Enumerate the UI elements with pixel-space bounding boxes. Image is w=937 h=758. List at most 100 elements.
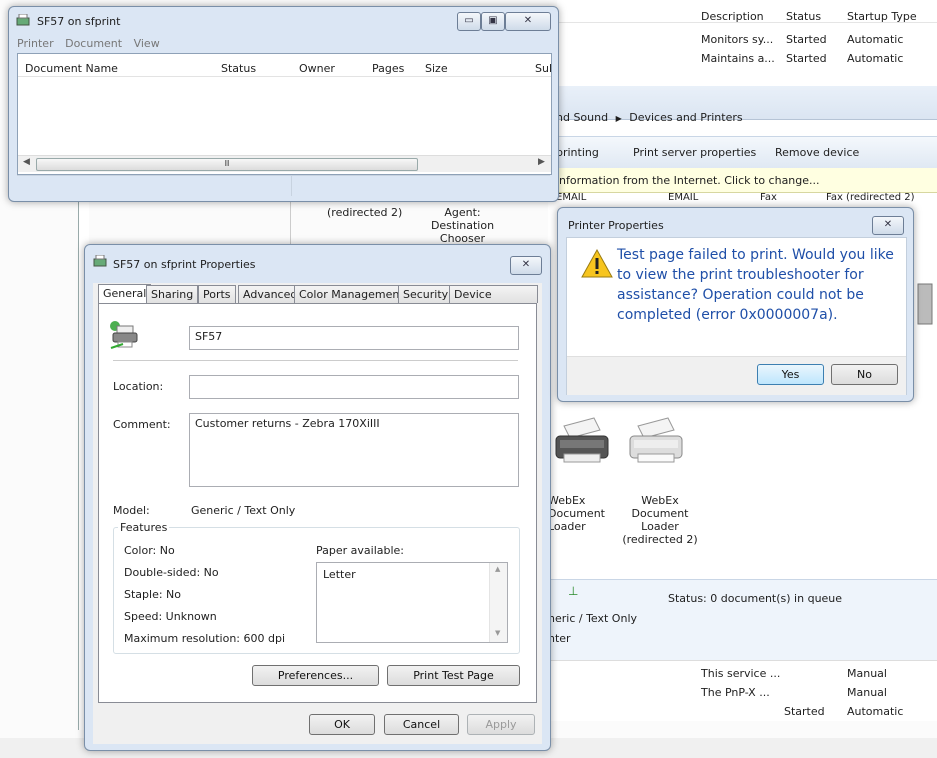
scroll-right-icon[interactable]: ▶ bbox=[538, 157, 545, 167]
toolbar-print-server-properties[interactable]: Print server properties bbox=[633, 146, 756, 159]
col-submitted[interactable]: Sul bbox=[535, 62, 552, 75]
tab-device-settings[interactable]: Device Settings bbox=[449, 285, 538, 319]
paper-available-label: Paper available: bbox=[316, 544, 405, 557]
printer-label-webex-2: WebEx Document Loader (redirected 2) bbox=[622, 494, 698, 546]
props-printer-icon bbox=[93, 254, 107, 268]
tab-advanced[interactable]: Advanced bbox=[238, 285, 303, 303]
breadcrumb-arrow-icon: ▶ bbox=[615, 114, 622, 123]
tab-general[interactable]: General bbox=[98, 284, 152, 304]
service-row-2-status: Started bbox=[786, 52, 827, 65]
horizontal-scrollbar[interactable]: ◀ Ⅲ ▶ bbox=[18, 155, 551, 172]
paper-list-scrollbar[interactable]: ▲ ▼ bbox=[489, 563, 507, 642]
location-field[interactable] bbox=[189, 375, 519, 399]
toolbar-printing[interactable]: printing bbox=[556, 146, 599, 159]
queue-printer-icon bbox=[16, 13, 30, 27]
breadcrumb-sound[interactable]: nd Sound bbox=[556, 111, 608, 124]
info-bar[interactable]: information from the Internet. Click to … bbox=[548, 168, 937, 193]
details-pane: ⊥ Status: 0 document(s) in queue neric /… bbox=[548, 579, 937, 660]
feature-color: Color: No bbox=[124, 544, 175, 557]
service-row-4-startup: Manual bbox=[847, 686, 887, 699]
service-row-5-startup: Automatic bbox=[847, 705, 904, 718]
cancel-button[interactable]: Cancel bbox=[384, 714, 459, 735]
tab-ports[interactable]: Ports bbox=[198, 285, 236, 303]
feature-speed: Speed: Unknown bbox=[124, 610, 217, 623]
dialog-body: Test page failed to print. Would you lik… bbox=[566, 237, 907, 395]
service-row-3-startup: Manual bbox=[847, 667, 887, 680]
queue-status-bar bbox=[17, 175, 550, 196]
service-row-1-desc: Monitors sy... bbox=[701, 33, 774, 46]
separator-1 bbox=[113, 360, 518, 361]
menu-document[interactable]: Document bbox=[65, 37, 122, 50]
details-printer-icon: ⊥ bbox=[568, 584, 579, 598]
breadcrumb: nd Sound ▶ Devices and Printers bbox=[556, 111, 743, 124]
details-category: nter bbox=[548, 632, 571, 645]
col-startup-header[interactable]: Startup Type bbox=[847, 10, 917, 23]
toolbar-remove-device[interactable]: Remove device bbox=[775, 146, 859, 159]
ok-button[interactable]: OK bbox=[309, 714, 375, 735]
paper-list[interactable]: Letter ▲ ▼ bbox=[316, 562, 508, 643]
dialog-title: Printer Properties bbox=[568, 219, 664, 232]
no-button[interactable]: No bbox=[831, 364, 898, 385]
scroll-down-icon[interactable]: ▼ bbox=[495, 629, 500, 637]
details-model: neric / Text Only bbox=[548, 612, 638, 625]
feature-max-resolution: Maximum resolution: 600 dpi bbox=[124, 632, 286, 645]
close-button[interactable]: ✕ bbox=[505, 12, 551, 31]
printer-icon-partial[interactable] bbox=[914, 276, 936, 336]
model-value: Generic / Text Only bbox=[191, 504, 296, 517]
col-document-name[interactable]: Document Name bbox=[25, 62, 118, 75]
info-bar-text: information from the Internet. Click to … bbox=[556, 174, 820, 187]
apply-button[interactable]: Apply bbox=[467, 714, 535, 735]
preferences-button[interactable]: Preferences... bbox=[252, 665, 379, 686]
services-header: Description Status Startup Type bbox=[557, 0, 937, 23]
col-owner[interactable]: Owner bbox=[299, 62, 335, 75]
scroll-up-icon[interactable]: ▲ bbox=[495, 565, 500, 573]
device-label-email-2: EMAIL bbox=[668, 192, 699, 203]
col-status[interactable]: Status bbox=[221, 62, 256, 75]
queue-menu-bar: Printer Document View bbox=[17, 37, 160, 50]
feature-double-sided: Double-sided: No bbox=[124, 566, 219, 579]
print-test-page-button[interactable]: Print Test Page bbox=[387, 665, 520, 686]
props-window-title: SF57 on sfprint Properties bbox=[113, 258, 256, 271]
minimize-button[interactable]: ▭ bbox=[457, 12, 481, 31]
tab-security[interactable]: Security bbox=[398, 285, 454, 303]
services-panel: Description Status Startup Type Monitors… bbox=[557, 0, 937, 86]
yes-button[interactable]: Yes bbox=[757, 364, 824, 385]
col-pages[interactable]: Pages bbox=[372, 62, 404, 75]
tab-color-management[interactable]: Color Management bbox=[294, 285, 409, 303]
scrollbar-thumb[interactable]: Ⅲ bbox=[36, 158, 418, 171]
menu-view[interactable]: View bbox=[134, 37, 160, 50]
location-label: Location: bbox=[113, 380, 164, 393]
props-body: General Sharing Ports Advanced Color Man… bbox=[93, 283, 542, 744]
tab-sharing[interactable]: Sharing bbox=[146, 285, 199, 303]
device-label-redirected: (redirected 2) bbox=[327, 206, 403, 219]
features-group: Features Color: No Double-sided: No Stap… bbox=[113, 521, 520, 654]
menu-printer[interactable]: Printer bbox=[17, 37, 54, 50]
props-close-button[interactable]: ✕ bbox=[510, 256, 542, 275]
col-status-header[interactable]: Status bbox=[786, 10, 821, 23]
properties-window: SF57 on sfprint Properties ✕ General Sha… bbox=[84, 244, 551, 751]
maximize-button[interactable]: ▣ bbox=[481, 12, 505, 31]
breadcrumb-devices[interactable]: Devices and Printers bbox=[629, 111, 742, 124]
dialog-message: Test page failed to print. Would you lik… bbox=[617, 247, 894, 323]
dialog-close-button[interactable]: ✕ bbox=[872, 216, 904, 235]
scroll-left-icon[interactable]: ◀ bbox=[23, 157, 30, 167]
service-row-1-startup: Automatic bbox=[847, 33, 904, 46]
error-dialog: Printer Properties ✕ Test page failed to… bbox=[557, 207, 914, 402]
tab-strip: General Sharing Ports Advanced Color Man… bbox=[98, 284, 538, 319]
col-size[interactable]: Size bbox=[425, 62, 448, 75]
comment-field[interactable]: Customer returns - Zebra 170XiIII bbox=[189, 413, 519, 487]
device-label-email-1: EMAIL bbox=[556, 192, 587, 203]
col-description-header[interactable]: Description bbox=[701, 10, 764, 23]
feature-staple: Staple: No bbox=[124, 588, 182, 601]
queue-column-header: Document Name Status Owner Pages Size Su… bbox=[18, 54, 552, 77]
printer-icon-webex-2[interactable] bbox=[624, 416, 686, 466]
paper-item-letter[interactable]: Letter bbox=[323, 568, 356, 581]
service-row-1-status: Started bbox=[786, 33, 827, 46]
printer-icon-webex-1[interactable] bbox=[550, 416, 612, 466]
printer-name-field[interactable]: SF57 bbox=[189, 326, 519, 350]
printer-large-icon bbox=[109, 320, 141, 350]
services-panel-bottom: This service ... Manual The PnP-X ... Ma… bbox=[548, 660, 937, 721]
details-status: Status: 0 document(s) in queue bbox=[668, 592, 843, 605]
queue-list[interactable]: Document Name Status Owner Pages Size Su… bbox=[17, 53, 552, 175]
warning-icon bbox=[581, 248, 613, 279]
